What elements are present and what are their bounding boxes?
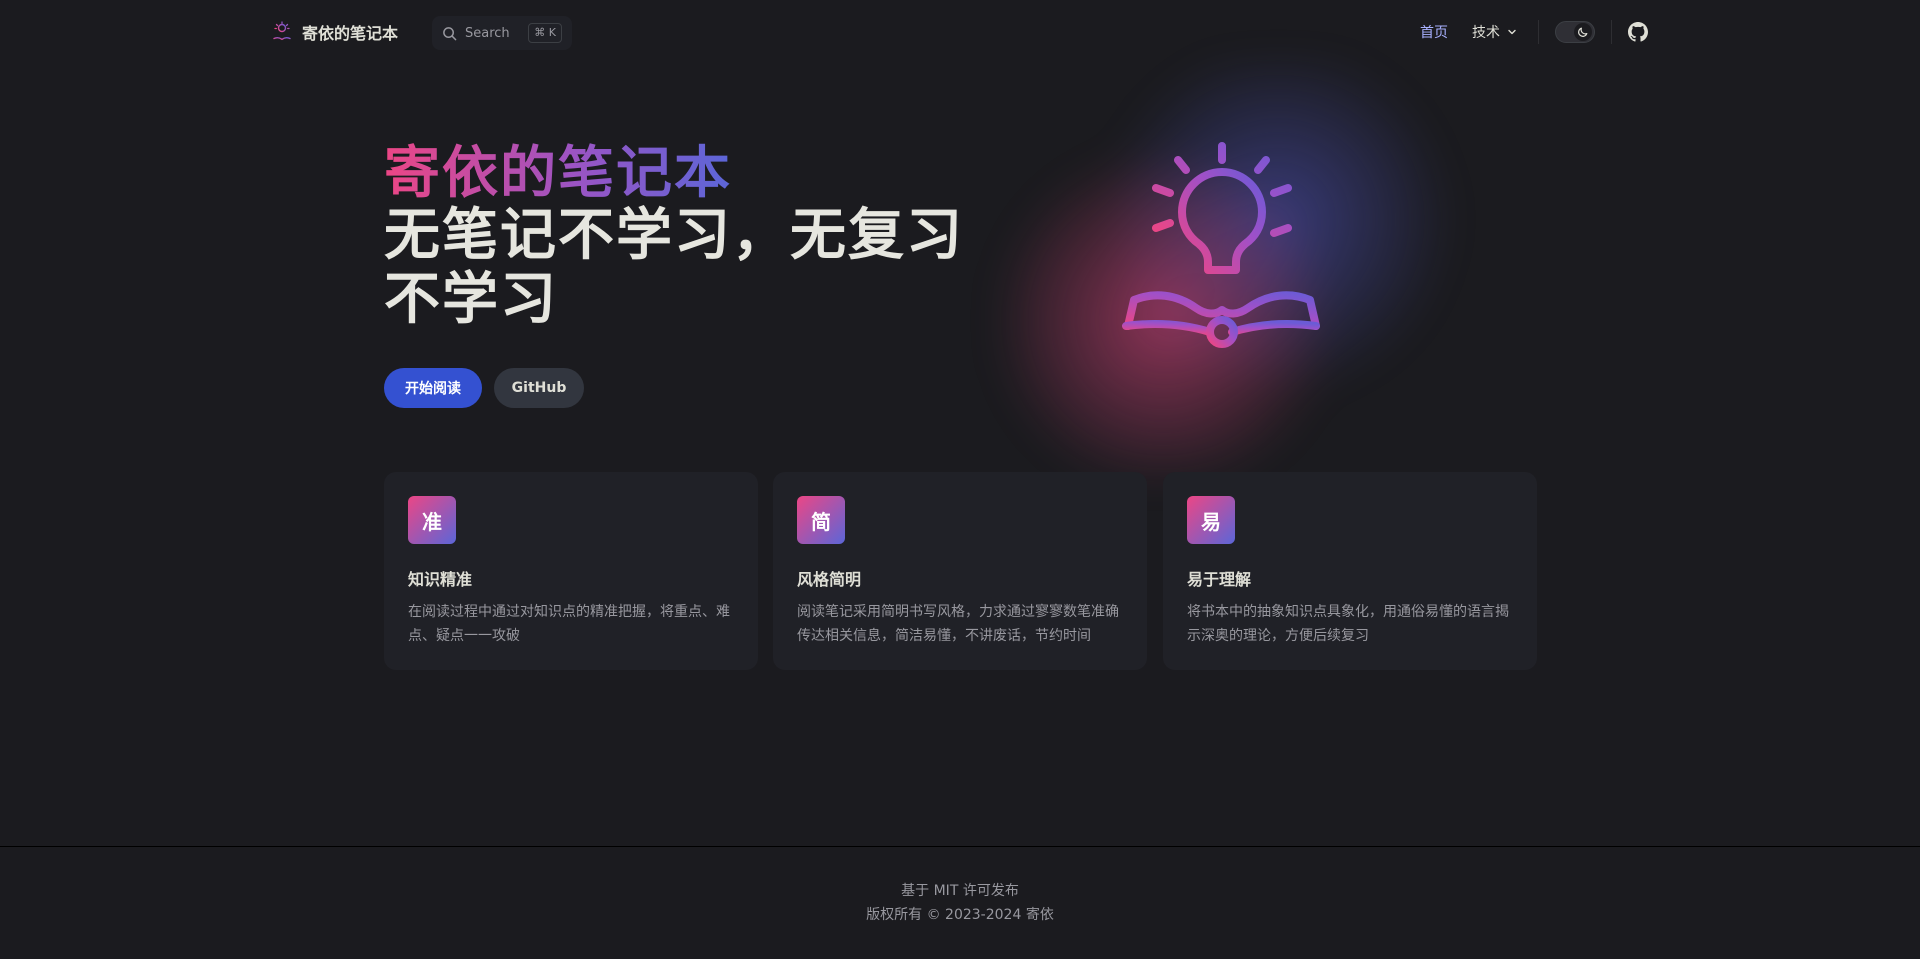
nav-divider: [1538, 20, 1539, 44]
start-reading-button[interactable]: 开始阅读: [384, 368, 482, 408]
site-title: 寄依的笔记本: [302, 24, 399, 43]
github-link[interactable]: [1628, 22, 1648, 42]
top-nav: 寄依的笔记本 Search ⌘ K 首页 技术: [0, 0, 1920, 64]
site-footer: 基于 MIT 许可发布 版权所有 © 2023-2024 寄依: [0, 846, 1920, 959]
feature-icon: 准: [408, 496, 456, 544]
moon-icon: [1578, 27, 1588, 37]
feature-details: 将书本中的抽象知识点具象化，用通俗易懂的语言揭示深奥的理论，方便后续复习: [1187, 604, 1509, 644]
feature-card: 简 风格简明 阅读笔记采用简明书写风格，力求通过寥寥数笔准确传达相关信息，简洁易…: [773, 472, 1147, 670]
feature-details: 阅读笔记采用简明书写风格，力求通过寥寥数笔准确传达相关信息，简洁易懂，不讲废话，…: [797, 604, 1119, 644]
search-icon: [443, 26, 457, 40]
theme-toggle-knob: [1574, 23, 1592, 41]
theme-toggle[interactable]: [1555, 21, 1595, 43]
github-button[interactable]: GitHub: [494, 368, 584, 408]
feature-icon: 简: [797, 496, 845, 544]
feature-details: 在阅读过程中通过对知识点的精准把握，将重点、难点、疑点一一攻破: [408, 604, 730, 644]
lightbulb-book-icon: [1122, 142, 1320, 348]
feature-card: 准 知识精准 在阅读过程中通过对知识点的精准把握，将重点、难点、疑点一一攻破: [384, 472, 758, 670]
feature-title: 知识精准: [408, 570, 473, 589]
hero-name: 寄依的笔记本: [384, 141, 732, 206]
feature-title: 易于理解: [1187, 570, 1252, 589]
reading-lightbulb-icon: [273, 21, 291, 42]
feature-card: 易 易于理解 将书本中的抽象知识点具象化，用通俗易懂的语言揭示深奥的理论，方便后…: [1163, 472, 1537, 670]
nav-menu-tech[interactable]: 技术: [1472, 22, 1518, 42]
footer-copyright: 版权所有 © 2023-2024 寄依: [866, 907, 1054, 923]
search-button[interactable]: Search ⌘ K: [432, 16, 572, 50]
feature-title: 风格简明: [797, 570, 862, 589]
site-brand-link[interactable]: 寄依的笔记本: [272, 18, 398, 46]
hero-tagline: 无笔记不学习，无复习不学习: [384, 203, 964, 332]
nav-divider: [1611, 20, 1612, 44]
footer-license: 基于 MIT 许可发布: [901, 883, 1019, 899]
nav-link-home[interactable]: 首页: [1420, 22, 1448, 42]
search-label: Search: [465, 25, 510, 41]
github-icon: [1628, 22, 1648, 42]
feature-icon: 易: [1187, 496, 1235, 544]
nav-menu-tech-label: 技术: [1472, 25, 1500, 41]
chevron-down-icon: [1508, 29, 1516, 35]
search-shortcut-badge: ⌘ K: [528, 23, 562, 43]
